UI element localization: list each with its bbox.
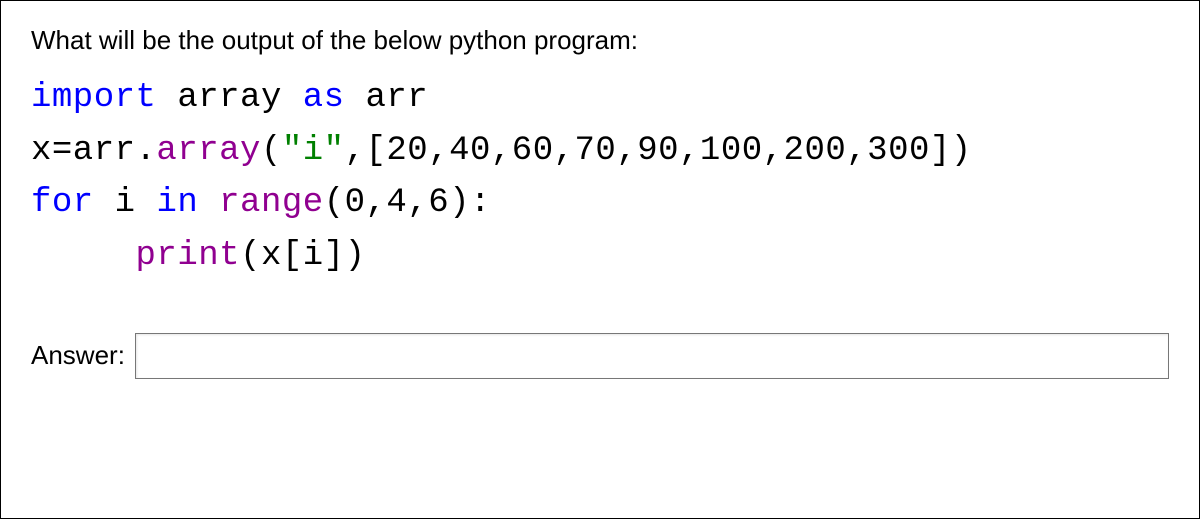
keyword-in: in xyxy=(156,184,198,222)
answer-label: Answer: xyxy=(31,340,125,371)
code-text: arr xyxy=(345,79,429,117)
answer-row: Answer: xyxy=(31,333,1169,379)
code-text: ,[20,40,60,70,90,100,200,300]) xyxy=(345,132,972,170)
code-indent xyxy=(31,237,136,275)
code-text: x=arr. xyxy=(31,132,156,170)
code-line-3: for i in range(0,4,6): xyxy=(31,177,1169,230)
func-array: array xyxy=(156,132,261,170)
code-text: (x[i]) xyxy=(240,237,365,275)
answer-input[interactable] xyxy=(135,333,1169,379)
keyword-as: as xyxy=(303,79,345,117)
code-text xyxy=(198,184,219,222)
code-text: ( xyxy=(261,132,282,170)
keyword-for: for xyxy=(31,184,94,222)
code-text: array xyxy=(156,79,302,117)
code-line-4: print(x[i]) xyxy=(31,230,1169,283)
code-text: i xyxy=(94,184,157,222)
code-block: import array as arr x=arr.array("i",[20,… xyxy=(31,72,1169,283)
code-line-1: import array as arr xyxy=(31,72,1169,125)
keyword-import: import xyxy=(31,79,156,117)
func-range: range xyxy=(219,184,324,222)
string-literal: "i" xyxy=(282,132,345,170)
func-print: print xyxy=(136,237,241,275)
question-text: What will be the output of the below pyt… xyxy=(31,25,1169,56)
code-text: (0,4,6): xyxy=(324,184,491,222)
code-line-2: x=arr.array("i",[20,40,60,70,90,100,200,… xyxy=(31,125,1169,178)
